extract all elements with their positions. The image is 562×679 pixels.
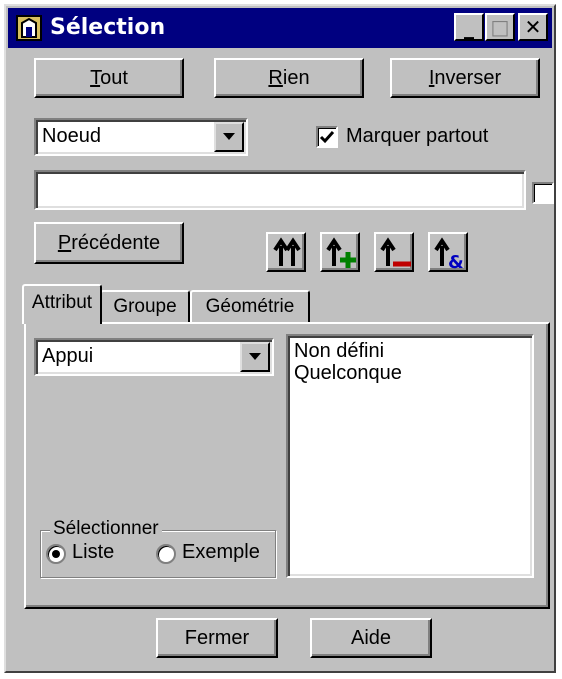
select-all-up-button[interactable]: [266, 232, 306, 272]
selection-dialog: Sélection _ □ ✕ Tout Rien Inverser Noeud…: [4, 4, 556, 673]
radio-dot-icon: [52, 550, 60, 558]
and-up-button[interactable]: &: [428, 232, 468, 272]
precedente-accel: P: [57, 232, 72, 254]
attribute-combo[interactable]: Appui: [34, 338, 274, 376]
checkmark-icon: [319, 131, 335, 144]
up-arrow-minus-icon: [380, 237, 411, 267]
tab-geometrie[interactable]: Géométrie: [190, 290, 310, 322]
maximize-icon: □: [490, 15, 510, 39]
tout-accel: T: [90, 67, 101, 89]
attribute-combo-value: Appui: [42, 345, 94, 367]
app-icon: [16, 15, 42, 41]
tab-attribut[interactable]: Attribut: [22, 284, 102, 324]
precedente-label: récédente: [71, 232, 161, 254]
rien-accel: R: [268, 67, 283, 89]
title-bar[interactable]: Sélection _ □ ✕: [8, 8, 552, 48]
precedente-button[interactable]: Précédente: [34, 222, 184, 264]
tab-groupe[interactable]: Groupe: [100, 290, 190, 322]
liste-radio[interactable]: [46, 544, 66, 564]
tout-label: out: [100, 67, 128, 89]
remove-up-button[interactable]: [374, 232, 414, 272]
exemple-radio-label: Exemple: [182, 541, 260, 563]
inverser-label: nverser: [434, 67, 502, 89]
tab-attribut-label: Attribut: [31, 292, 93, 313]
inverser-button[interactable]: Inverser: [390, 58, 540, 98]
exemple-radio[interactable]: [156, 544, 176, 564]
type-combo-arrow[interactable]: [214, 122, 244, 152]
maximize-button[interactable]: □: [485, 13, 515, 41]
filter-checkbox[interactable]: [532, 182, 554, 204]
up-arrow-ampersand-icon: &: [434, 237, 464, 270]
add-up-button[interactable]: [320, 232, 360, 272]
type-combo[interactable]: Noeud: [34, 118, 248, 156]
svg-text:&: &: [448, 252, 464, 270]
tab-geometrie-label: Géométrie: [205, 296, 295, 317]
tab-groupe-label: Groupe: [113, 296, 177, 317]
type-combo-value: Noeud: [42, 125, 101, 147]
value-list[interactable]: Non défini Quelconque: [286, 334, 534, 578]
marquer-partout-label: Marquer partout: [346, 125, 489, 147]
tout-button[interactable]: Tout: [34, 58, 184, 98]
minimize-icon: _: [464, 15, 474, 39]
close-button[interactable]: ✕: [518, 13, 548, 41]
list-item[interactable]: Quelconque: [294, 362, 402, 385]
close-icon: ✕: [524, 15, 542, 39]
up-arrow-plus-icon: [326, 237, 356, 268]
liste-radio-label: Liste: [72, 541, 115, 563]
rien-label: ien: [282, 67, 310, 89]
rien-button[interactable]: Rien: [214, 58, 364, 98]
chevron-down-icon: [223, 133, 235, 140]
filter-input[interactable]: [34, 170, 526, 210]
select-mode-legend: Sélectionner: [50, 518, 162, 540]
list-item[interactable]: Non défini: [294, 340, 384, 363]
double-up-arrow-icon: [273, 237, 301, 266]
aide-button[interactable]: Aide: [310, 618, 432, 658]
marquer-partout-checkbox[interactable]: [316, 126, 338, 148]
attribute-combo-arrow[interactable]: [240, 342, 270, 372]
minimize-button[interactable]: _: [454, 13, 484, 41]
chevron-down-icon: [249, 353, 261, 360]
window-title: Sélection: [50, 15, 166, 40]
fermer-button[interactable]: Fermer: [156, 618, 278, 658]
